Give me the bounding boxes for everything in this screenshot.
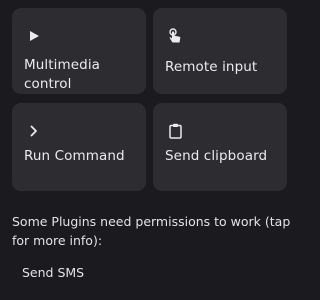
permissions-note: Some Plugins need permissions to work (t…: [12, 214, 291, 248]
permission-item-send-sms[interactable]: Send SMS: [22, 263, 84, 282]
send-clipboard-card[interactable]: Send clipboard: [153, 103, 287, 191]
remote-input-card[interactable]: Remote input: [153, 8, 287, 94]
multimedia-control-card[interactable]: Multimedia control: [12, 8, 146, 94]
multimedia-control-label: Multimedia control: [24, 57, 101, 92]
run-command-label: Run Command: [24, 148, 125, 164]
plugin-screen: Multimedia control Remote input Run Comm…: [0, 0, 300, 300]
clipboard-icon: [168, 123, 182, 139]
touch-icon: [168, 28, 182, 44]
chevron-right-icon: [27, 123, 41, 139]
send-clipboard-label: Send clipboard: [165, 148, 268, 164]
remote-input-label: Remote input: [165, 59, 258, 75]
run-command-card[interactable]: Run Command: [12, 103, 146, 191]
play-icon: [27, 28, 41, 44]
